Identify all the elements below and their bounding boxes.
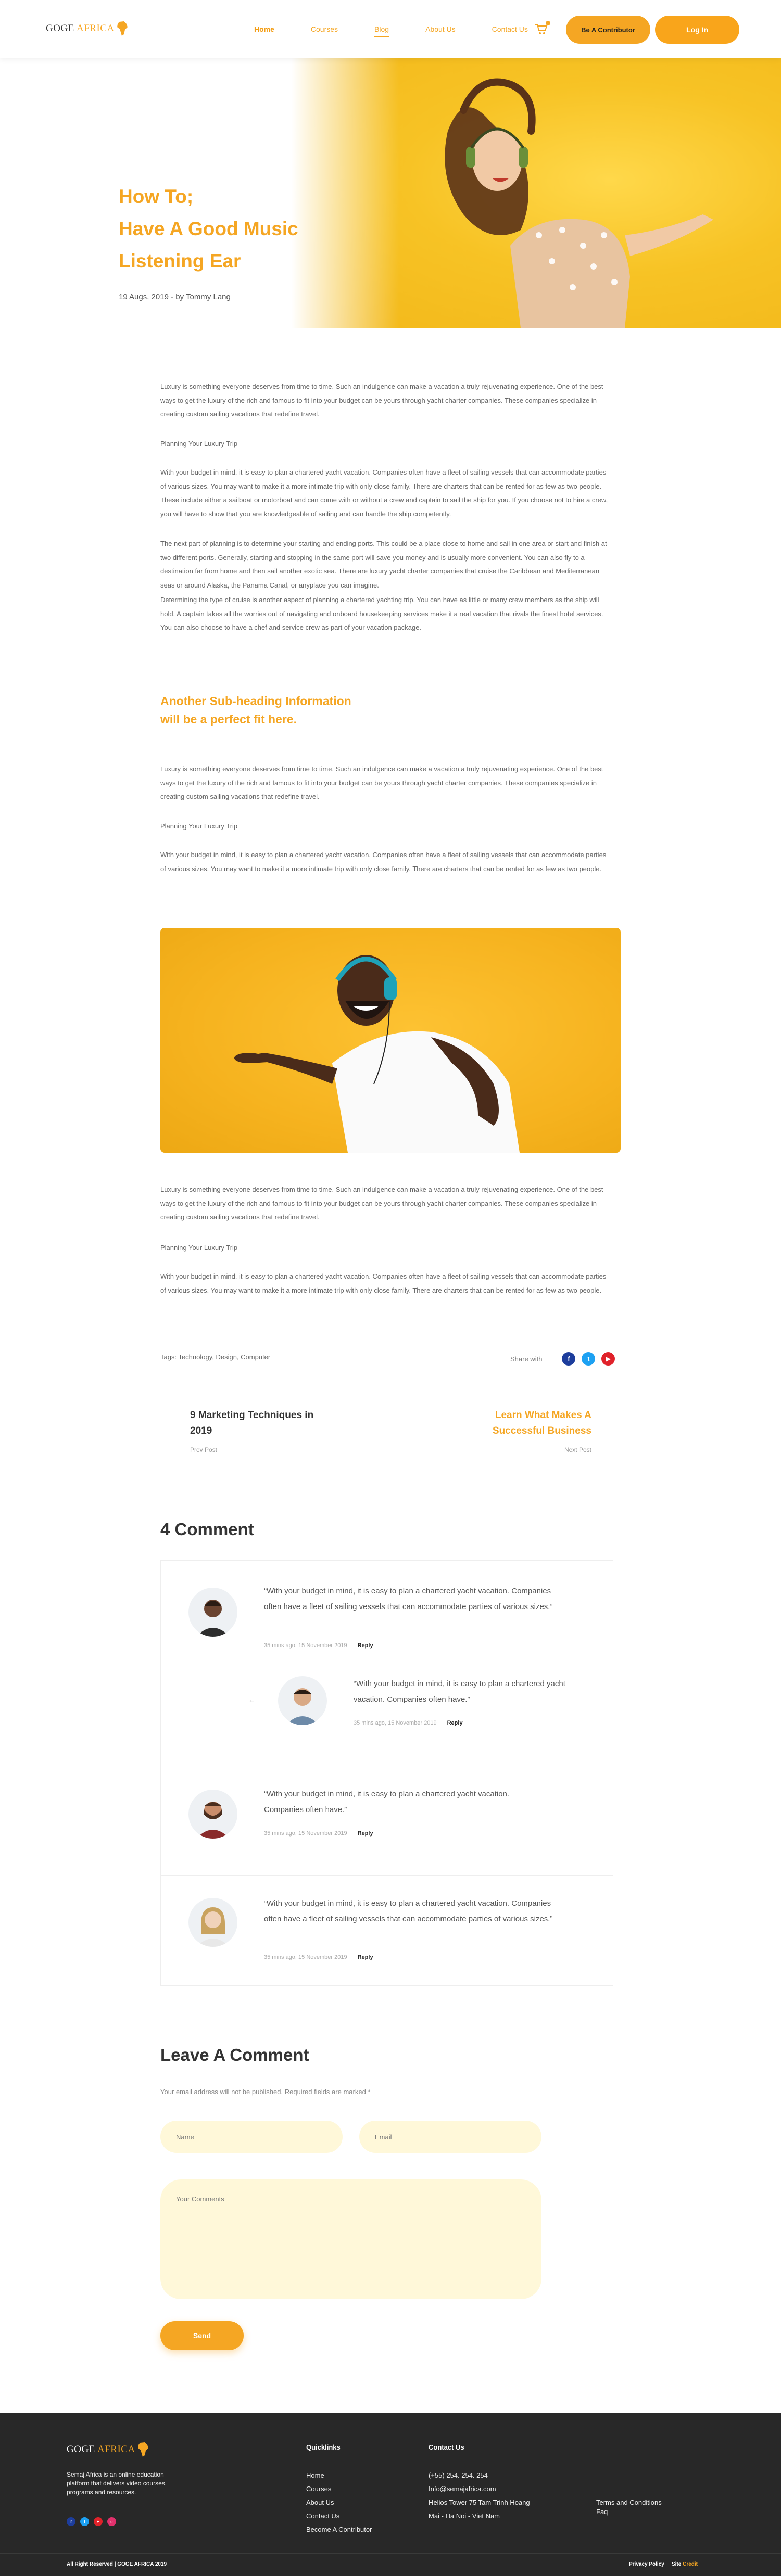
article-paragraph: Luxury is something everyone deserves fr… — [160, 382, 603, 418]
article-paragraph: Planning Your Luxury Trip — [160, 440, 238, 448]
twitter-icon[interactable]: t — [582, 1352, 596, 1366]
site-header: GOGE AFRICA Home Courses Blog About Us C… — [0, 0, 781, 58]
avatar — [188, 1790, 237, 1839]
hero-image — [292, 58, 781, 328]
footer-link-become-contributor[interactable]: Become A Contributor — [306, 2526, 372, 2533]
reply-button[interactable]: Reply — [358, 1642, 373, 1649]
comment-text: “With your budget in mind, it is easy to… — [264, 1790, 510, 1814]
logo-text: GOGE AFRICA — [46, 23, 115, 34]
comment-text: “With your budget in mind, it is easy to… — [354, 1679, 565, 1704]
next-post-link[interactable]: Learn What Makes A Successful Business N… — [456, 1408, 591, 1453]
required-fields-note: Your email address will not be published… — [160, 2088, 371, 2096]
log-in-button[interactable]: Log In — [655, 16, 739, 44]
comment-divider — [161, 1875, 613, 1876]
comment-meta: 35 mins ago, 15 November 2019 Reply — [264, 1830, 373, 1837]
article-paragraph: With your budget in mind, it is easy to … — [160, 468, 608, 518]
footer-about: Semaj Africa is an online education plat… — [67, 2471, 167, 2496]
hero-title: How To; Have A Good Music Listening Ear — [119, 186, 298, 272]
article-paragraph: Luxury is something everyone deserves fr… — [160, 765, 603, 801]
site-footer: GOGE AFRICA Semaj Africa is an online ed… — [0, 2413, 781, 2576]
reply-button[interactable]: Reply — [447, 1720, 463, 1726]
footer-link-contact-us[interactable]: Contact Us — [306, 2512, 339, 2520]
hero-section: How To; Have A Good Music Listening Ear … — [0, 58, 781, 328]
contact-address-line1: Helios Tower 75 Tam Trinh Hoang — [429, 2498, 530, 2506]
article-paragraph: Planning Your Luxury Trip — [160, 822, 238, 830]
avatar — [188, 1898, 237, 1947]
next-post-label: Next Post — [564, 1446, 591, 1453]
be-a-contributor-button[interactable]: Be A Contributor — [566, 16, 650, 44]
footer-logo[interactable]: GOGE AFRICA — [67, 2442, 149, 2457]
twitter-icon[interactable]: t — [80, 2517, 89, 2526]
quicklinks-title: Quicklinks — [306, 2443, 341, 2451]
footer-social: f t ▸ ○ — [67, 2517, 121, 2526]
contact-email[interactable]: Info@semajafrica.com — [429, 2485, 496, 2493]
footer-link-home[interactable]: Home — [306, 2471, 324, 2479]
send-button[interactable]: Send — [160, 2321, 244, 2350]
comments-heading: 4 Comment — [160, 1520, 254, 1539]
next-post-title: Learn What Makes A Successful Business — [492, 1410, 591, 1436]
share-label: Share with — [510, 1355, 543, 1363]
avatar — [278, 1676, 327, 1725]
nav-courses[interactable]: Courses — [311, 25, 338, 33]
email-field[interactable] — [359, 2121, 541, 2153]
footer-link-terms[interactable]: Terms and Conditions — [596, 2498, 662, 2506]
site-logo[interactable]: GOGE AFRICA — [46, 21, 128, 36]
article-paragraph: With your budget in mind, it is easy to … — [160, 1272, 607, 1294]
article-paragraph: The next part of planning is to determin… — [160, 540, 607, 589]
woman-with-headphones-illustration — [445, 78, 713, 328]
instagram-icon[interactable]: ○ — [107, 2517, 116, 2526]
article-paragraph: Planning Your Luxury Trip — [160, 1244, 238, 1252]
nav-blog[interactable]: Blog — [374, 25, 389, 37]
contact-address-line2: Mai - Ha Noi - Viet Nam — [429, 2512, 500, 2520]
nav-home[interactable]: Home — [254, 25, 274, 33]
copyright: All Right Reserved | GOGE AFRICA 2019 — [67, 2561, 167, 2567]
article-paragraph: Luxury is something everyone deserves fr… — [160, 1185, 603, 1221]
prev-post-title: 9 Marketing Techniques in 2019 — [190, 1410, 314, 1436]
footer-bottom-bar: All Right Reserved | GOGE AFRICA 2019 Pr… — [0, 2553, 781, 2576]
article-image — [160, 928, 621, 1153]
contact-phone[interactable]: (+55) 254. 254. 254 — [429, 2471, 488, 2479]
comment-meta: 35 mins ago, 15 November 2019 Reply — [264, 1954, 373, 1960]
nav-contact-us[interactable]: Contact Us — [492, 25, 528, 33]
comment-meta: 35 mins ago, 15 November 2019 Reply — [264, 1642, 373, 1649]
article-subheading: Another Sub-heading Information will be … — [160, 694, 351, 726]
man-with-headphones-illustration — [234, 955, 520, 1153]
cart-icon[interactable] — [535, 21, 550, 35]
youtube-icon[interactable]: ▸ — [94, 2517, 103, 2526]
main-nav: Home Courses Blog About Us Contact Us — [254, 25, 564, 37]
africa-map-icon — [137, 2442, 148, 2457]
africa-map-icon — [117, 21, 128, 36]
contact-title: Contact Us — [429, 2443, 464, 2451]
reply-arrow-icon: ← — [248, 1696, 255, 1704]
avatar — [188, 1588, 237, 1637]
comment-text: “With your budget in mind, it is easy to… — [264, 1899, 553, 1923]
footer-link-about-us[interactable]: About Us — [306, 2498, 334, 2506]
footer-link-faq[interactable]: Faq — [596, 2508, 608, 2516]
footer-link-courses[interactable]: Courses — [306, 2485, 331, 2493]
article-paragraph: With your budget in mind, it is easy to … — [160, 851, 607, 873]
article-paragraph: Determining the type of cruise is anothe… — [160, 596, 603, 632]
youtube-icon[interactable]: ▶ — [601, 1352, 615, 1366]
leave-comment-heading: Leave A Comment — [160, 2045, 309, 2064]
comment-textarea[interactable] — [160, 2179, 541, 2299]
share-bar: Share with f t ▶ — [510, 1352, 615, 1366]
name-field[interactable] — [160, 2121, 343, 2153]
reply-button[interactable]: Reply — [358, 1830, 373, 1837]
comment-meta: 35 mins ago, 15 November 2019 Reply — [354, 1720, 463, 1726]
reply-button[interactable]: Reply — [358, 1954, 373, 1960]
comment-text: “With your budget in mind, it is easy to… — [264, 1587, 553, 1611]
prev-post-link[interactable]: 9 Marketing Techniques in 2019 Prev Post — [190, 1408, 325, 1453]
facebook-icon[interactable]: f — [67, 2517, 75, 2526]
site-credit-link[interactable]: Site Credit — [672, 2561, 698, 2567]
nav-about-us[interactable]: About Us — [425, 25, 456, 33]
facebook-icon[interactable]: f — [562, 1352, 576, 1366]
cart-badge — [546, 21, 550, 25]
comments-list: “With your budget in mind, it is easy to… — [160, 1560, 613, 1986]
post-date-author: 19 Augs, 2019 - by Tommy Lang — [119, 292, 231, 301]
post-tags: Tags: Technology, Design, Computer — [160, 1353, 271, 1361]
prev-post-label: Prev Post — [190, 1446, 218, 1453]
privacy-policy-link[interactable]: Privacy Policy — [629, 2561, 664, 2567]
